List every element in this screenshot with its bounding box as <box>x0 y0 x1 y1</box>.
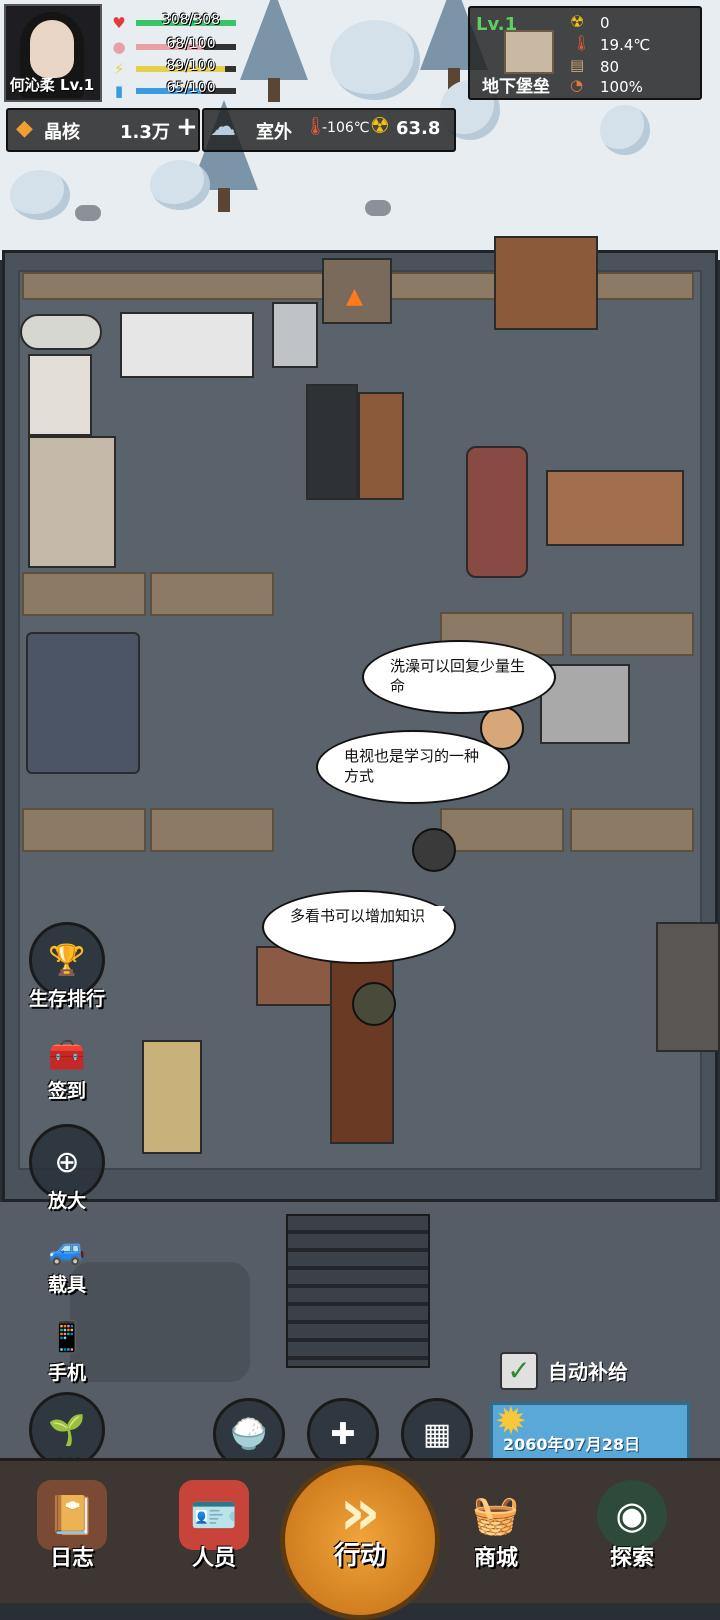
partition-wall <box>22 572 146 616</box>
outside-label: 室外 <box>256 122 292 143</box>
checkbox-checked-icon[interactable]: ✓ <box>500 1352 538 1390</box>
bunker-house-icon <box>504 30 554 74</box>
speech-bubble: 电视也是学习的一种方式 <box>316 730 510 804</box>
base-temperature: 19.4℃ <box>600 36 651 54</box>
tv-stand[interactable] <box>358 392 404 500</box>
heart-icon: ♥ <box>112 14 126 32</box>
date-text: 2060年07月28日 <box>503 1435 641 1454</box>
bathtub[interactable] <box>120 312 254 378</box>
base-name: 地下堡垒 <box>482 77 550 97</box>
stat-text: 68/100 <box>166 36 216 52</box>
stat-water: ▮ 65/100 <box>110 80 238 102</box>
fire-icon: ▲ <box>346 284 363 309</box>
water-icon: ▮ <box>114 82 124 100</box>
button-label: 签到 <box>47 1080 86 1102</box>
zoom-button[interactable]: ⊕ 放大 <box>22 1124 112 1213</box>
nav-label: 日志 <box>49 1546 94 1571</box>
partition-wall <box>440 808 564 852</box>
stat-text: 89/100 <box>166 58 216 74</box>
auto-supply-label: 自动补给 <box>548 1360 628 1384</box>
dining-table[interactable] <box>546 470 684 546</box>
fireplace[interactable]: ▲ <box>322 258 392 324</box>
survivor-character[interactable] <box>352 982 396 1026</box>
partition-wall <box>150 808 274 852</box>
currency-amount: 1.3万 <box>120 122 170 143</box>
speech-bubble: 多看书可以增加知识 <box>262 890 456 964</box>
snow-bush-icon <box>150 160 210 210</box>
outside-weather-panel: ☁ 室外 🌡 -106℃ ☢ 63.8 <box>202 108 456 152</box>
phone-button[interactable]: 📱 手机 <box>22 1302 112 1385</box>
rock-icon <box>75 205 101 221</box>
kitchen-counter[interactable] <box>28 436 116 568</box>
nav-explore-button[interactable]: ◉ 探索 <box>582 1480 682 1572</box>
base-integrity: 100% <box>600 78 643 96</box>
nav-label: 行动 <box>333 1541 386 1571</box>
radiation-icon: ☢ <box>570 12 585 31</box>
wardrobe[interactable] <box>494 236 598 330</box>
base-materials: 80 <box>600 58 620 76</box>
partition-wall <box>570 612 694 656</box>
crystal-core-panel[interactable]: ◆ 晶核 1.3万 + <box>6 108 200 152</box>
snow-bush-icon <box>330 20 420 100</box>
stairs <box>286 1214 430 1368</box>
stove-machine[interactable] <box>272 302 318 368</box>
bed[interactable] <box>26 632 140 774</box>
snow-bush-icon <box>10 170 70 220</box>
nav-label: 人员 <box>191 1546 236 1571</box>
nav-action-button[interactable]: » 行动 <box>280 1460 440 1620</box>
vehicle-button[interactable]: 🚙 载具 <box>22 1214 112 1297</box>
bookshelf-couch[interactable] <box>330 946 394 1144</box>
nav-label: 商城 <box>473 1546 518 1571</box>
tree-icon <box>240 0 308 102</box>
partition-wall <box>22 808 146 852</box>
computer-desk[interactable] <box>656 922 720 1052</box>
survivor-character[interactable] <box>412 828 456 872</box>
partition-wall <box>150 572 274 616</box>
stat-text: 308/308 <box>161 12 221 28</box>
materials-icon: ▤ <box>570 56 585 74</box>
base-radiation: 0 <box>600 14 610 32</box>
stat-hunger: ● 68/100 <box>110 36 238 58</box>
washing-machine[interactable] <box>28 354 92 436</box>
survival-ranking-button[interactable]: 🏆 生存排行 <box>22 922 112 1011</box>
stomach-icon: ● <box>112 38 126 56</box>
thermometer-icon: 🌡 <box>572 34 592 52</box>
player-name-level: 何沁柔 Lv.1 <box>9 76 95 94</box>
crystal-icon: ◆ <box>16 116 33 141</box>
stat-energy: ⚡ 89/100 <box>110 58 238 80</box>
nav-log-button[interactable]: 📔 日志 <box>22 1480 122 1572</box>
button-label: 生存排行 <box>28 988 105 1010</box>
stat-health: ♥ 308/308 <box>110 12 238 34</box>
outside-radiation: 63.8 <box>396 118 441 139</box>
nav-label: 探索 <box>609 1546 654 1571</box>
stat-text: 65/100 <box>166 80 216 96</box>
radiation-icon: ☢ <box>370 114 390 139</box>
rock-icon <box>365 200 391 216</box>
integrity-icon: ◔ <box>570 76 584 94</box>
auto-supply-toggle[interactable]: ✓ 自动补给 <box>500 1352 680 1390</box>
partition-wall <box>570 808 694 852</box>
add-currency-button[interactable]: + <box>176 112 198 142</box>
outside-temperature: -106℃ <box>322 120 370 136</box>
currency-label: 晶核 <box>44 122 80 143</box>
button-label: 载具 <box>47 1274 86 1296</box>
nav-shop-button[interactable]: 🧺 商城 <box>446 1480 546 1572</box>
energy-icon: ⚡ <box>113 60 125 78</box>
button-label: 放大 <box>47 1190 86 1212</box>
button-label: 手机 <box>47 1362 86 1384</box>
snow-cloud-icon: ☁ <box>210 112 236 142</box>
face-shape <box>30 20 74 78</box>
snow-bush-icon <box>600 105 650 155</box>
speech-bubble: 洗澡可以回复少量生命 <box>362 640 556 714</box>
base-info-panel[interactable]: Lv.1 地下堡垒 ☢ 0 🌡 19.4℃ ▤ 80 ◔ 100% <box>468 6 702 100</box>
toilet[interactable] <box>20 314 102 350</box>
tv-screen[interactable] <box>306 384 358 500</box>
sign-in-button[interactable]: 🧰 签到 <box>22 1020 112 1103</box>
nav-people-button[interactable]: 🪪 人员 <box>164 1480 264 1572</box>
massage-chair[interactable] <box>466 446 528 578</box>
workbench[interactable] <box>142 1040 202 1154</box>
